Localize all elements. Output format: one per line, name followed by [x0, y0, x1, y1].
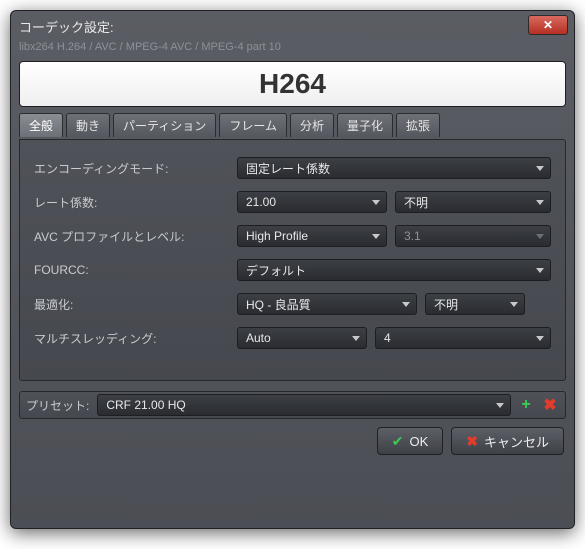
chevron-down-icon — [372, 234, 380, 239]
tuning-extra-select[interactable]: 不明 — [425, 293, 525, 315]
general-panel: エンコーディングモード: 固定レート係数 レート係数: 21.00 不明 AVC… — [19, 139, 566, 381]
rate-factor-tune-select[interactable]: 不明 — [395, 191, 551, 213]
chevron-down-icon — [510, 302, 518, 307]
close-button[interactable]: ✕ — [528, 15, 568, 35]
chevron-down-icon — [352, 336, 360, 341]
profile-select[interactable]: High Profile — [237, 225, 387, 247]
threading-label: マルチスレッディング: — [34, 330, 229, 347]
fourcc-label: FOURCC: — [34, 263, 229, 277]
threading-count-select[interactable]: 4 — [375, 327, 551, 349]
tab-strip: 全般 動き パーティション フレーム 分析 量子化 拡張 — [11, 113, 574, 139]
tab-frame[interactable]: フレーム — [219, 113, 287, 137]
tab-motion[interactable]: 動き — [66, 113, 110, 137]
chevron-down-icon — [496, 403, 504, 408]
x-icon: ✖ — [543, 395, 556, 415]
chevron-down-icon — [536, 268, 544, 273]
cancel-button[interactable]: ✖キャンセル — [451, 427, 564, 455]
fourcc-select[interactable]: デフォルト — [237, 259, 551, 281]
chevron-down-icon — [402, 302, 410, 307]
tab-advanced[interactable]: 拡張 — [396, 113, 440, 137]
encoding-mode-label: エンコーディングモード: — [34, 160, 229, 177]
chevron-down-icon — [536, 200, 544, 205]
window-title: コーデック設定: — [19, 17, 114, 36]
x-icon: ✖ — [466, 433, 478, 450]
codec-subtitle: libx264 H.264 / AVC / MPEG-4 AVC / MPEG-… — [11, 41, 574, 57]
tab-analysis[interactable]: 分析 — [290, 113, 334, 137]
profile-label: AVC プロファイルとレベル: — [34, 228, 229, 245]
preset-select[interactable]: CRF 21.00 HQ — [97, 394, 511, 416]
tab-general[interactable]: 全般 — [19, 113, 63, 137]
rate-factor-label: レート係数: — [34, 194, 229, 211]
codec-banner: H264 — [19, 61, 566, 107]
rate-factor-select[interactable]: 21.00 — [237, 191, 387, 213]
preset-bar: プリセット: CRF 21.00 HQ + ✖ — [19, 391, 566, 419]
tuning-select[interactable]: HQ - 良品質 — [237, 293, 417, 315]
preset-add-button[interactable]: + — [517, 396, 535, 414]
ok-button[interactable]: ✔OK — [377, 427, 444, 455]
tuning-label: 最適化: — [34, 296, 229, 313]
level-select[interactable]: 3.1 — [395, 225, 551, 247]
chevron-down-icon — [536, 234, 544, 239]
tab-quantizer[interactable]: 量子化 — [337, 113, 393, 137]
tab-partition[interactable]: パーティション — [113, 113, 216, 137]
close-icon: ✕ — [543, 18, 553, 32]
title-bar: コーデック設定: ✕ — [11, 11, 574, 41]
preset-label: プリセット: — [26, 397, 89, 414]
chevron-down-icon — [372, 200, 380, 205]
plus-icon: + — [521, 396, 530, 414]
chevron-down-icon — [536, 336, 544, 341]
check-icon: ✔ — [392, 433, 404, 450]
chevron-down-icon — [536, 166, 544, 171]
preset-delete-button[interactable]: ✖ — [541, 396, 559, 414]
encoding-mode-select[interactable]: 固定レート係数 — [237, 157, 551, 179]
threading-mode-select[interactable]: Auto — [237, 327, 367, 349]
